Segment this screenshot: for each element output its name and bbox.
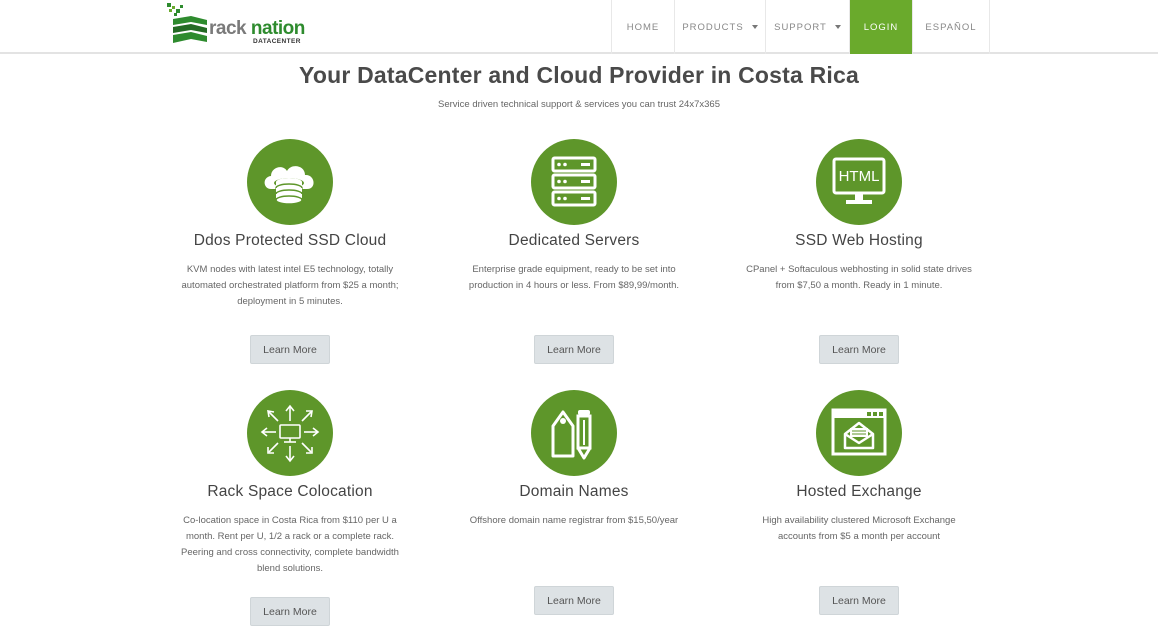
server-rack-icon bbox=[531, 139, 617, 225]
nav-products[interactable]: PRODUCTS bbox=[674, 0, 765, 54]
service-description: High availability clustered Microsoft Ex… bbox=[762, 515, 956, 542]
tag-pencil-icon bbox=[531, 390, 617, 476]
html-monitor-icon: HTML bbox=[816, 139, 902, 225]
service-title: Domain Names bbox=[519, 483, 629, 500]
service-description: CPanel + Softaculous webhosting in solid… bbox=[746, 264, 972, 291]
chevron-down-icon bbox=[751, 25, 758, 29]
main-nav: HOME PRODUCTS SUPPORT LOGIN ESPAÑOL bbox=[611, 0, 990, 54]
service-title: SSD Web Hosting bbox=[795, 232, 923, 249]
nav-login[interactable]: LOGIN bbox=[849, 0, 912, 54]
nav-support[interactable]: SUPPORT bbox=[765, 0, 849, 54]
learn-more-button[interactable]: Learn More bbox=[250, 335, 330, 364]
chevron-down-icon bbox=[834, 25, 841, 29]
learn-more-button[interactable]: Learn More bbox=[534, 335, 614, 364]
network-arrows-icon bbox=[247, 390, 333, 476]
service-title: Hosted Exchange bbox=[796, 483, 922, 500]
logo-rack-icon bbox=[167, 3, 207, 43]
learn-more-button[interactable]: Learn More bbox=[819, 586, 899, 615]
email-window-icon bbox=[816, 390, 902, 476]
learn-more-button[interactable]: Learn More bbox=[819, 335, 899, 364]
page-title: Your DataCenter and Cloud Provider in Co… bbox=[299, 62, 859, 88]
site-header: rack nation DATACENTER HOME PRODUCTS SUP… bbox=[0, 0, 1158, 54]
service-description: KVM nodes with latest intel E5 technolog… bbox=[181, 264, 399, 307]
service-description: Enterprise grade equipment, ready to be … bbox=[468, 264, 680, 291]
service-title: Dedicated Servers bbox=[508, 232, 640, 249]
html-label: HTML bbox=[839, 168, 880, 185]
nav-home[interactable]: HOME bbox=[611, 0, 674, 54]
service-card-colocation: Rack Space Colocation Co-location space … bbox=[170, 390, 410, 626]
page-subtitle: Service driven technical support & servi… bbox=[438, 99, 720, 110]
rack-nation-logo[interactable]: rack nation DATACENTER bbox=[165, 3, 315, 47]
logo-wordmark: rack nation bbox=[209, 18, 305, 39]
cloud-storage-icon bbox=[247, 139, 333, 225]
service-title: Ddos Protected SSD Cloud bbox=[193, 232, 387, 249]
logo-subtitle: DATACENTER bbox=[253, 38, 301, 45]
service-description: Co-location space in Costa Rica from $11… bbox=[181, 515, 399, 574]
service-card-webhosting: HTML SSD Web Hosting CPanel + Softaculou… bbox=[739, 139, 979, 364]
learn-more-button[interactable]: Learn More bbox=[534, 586, 614, 615]
service-card-exchange: Hosted Exchange High availability cluste… bbox=[739, 390, 979, 615]
learn-more-button[interactable]: Learn More bbox=[250, 597, 330, 626]
service-description: Offshore domain name registrar from $15,… bbox=[469, 515, 679, 526]
service-card-dedicated: Dedicated Servers Enterprise grade equip… bbox=[454, 139, 694, 364]
service-card-cloud: Ddos Protected SSD Cloud KVM nodes with … bbox=[170, 139, 410, 364]
service-card-domains: Domain Names Offshore domain name regist… bbox=[454, 390, 694, 615]
service-title: Rack Space Colocation bbox=[207, 483, 373, 500]
nav-espanol[interactable]: ESPAÑOL bbox=[912, 0, 990, 54]
